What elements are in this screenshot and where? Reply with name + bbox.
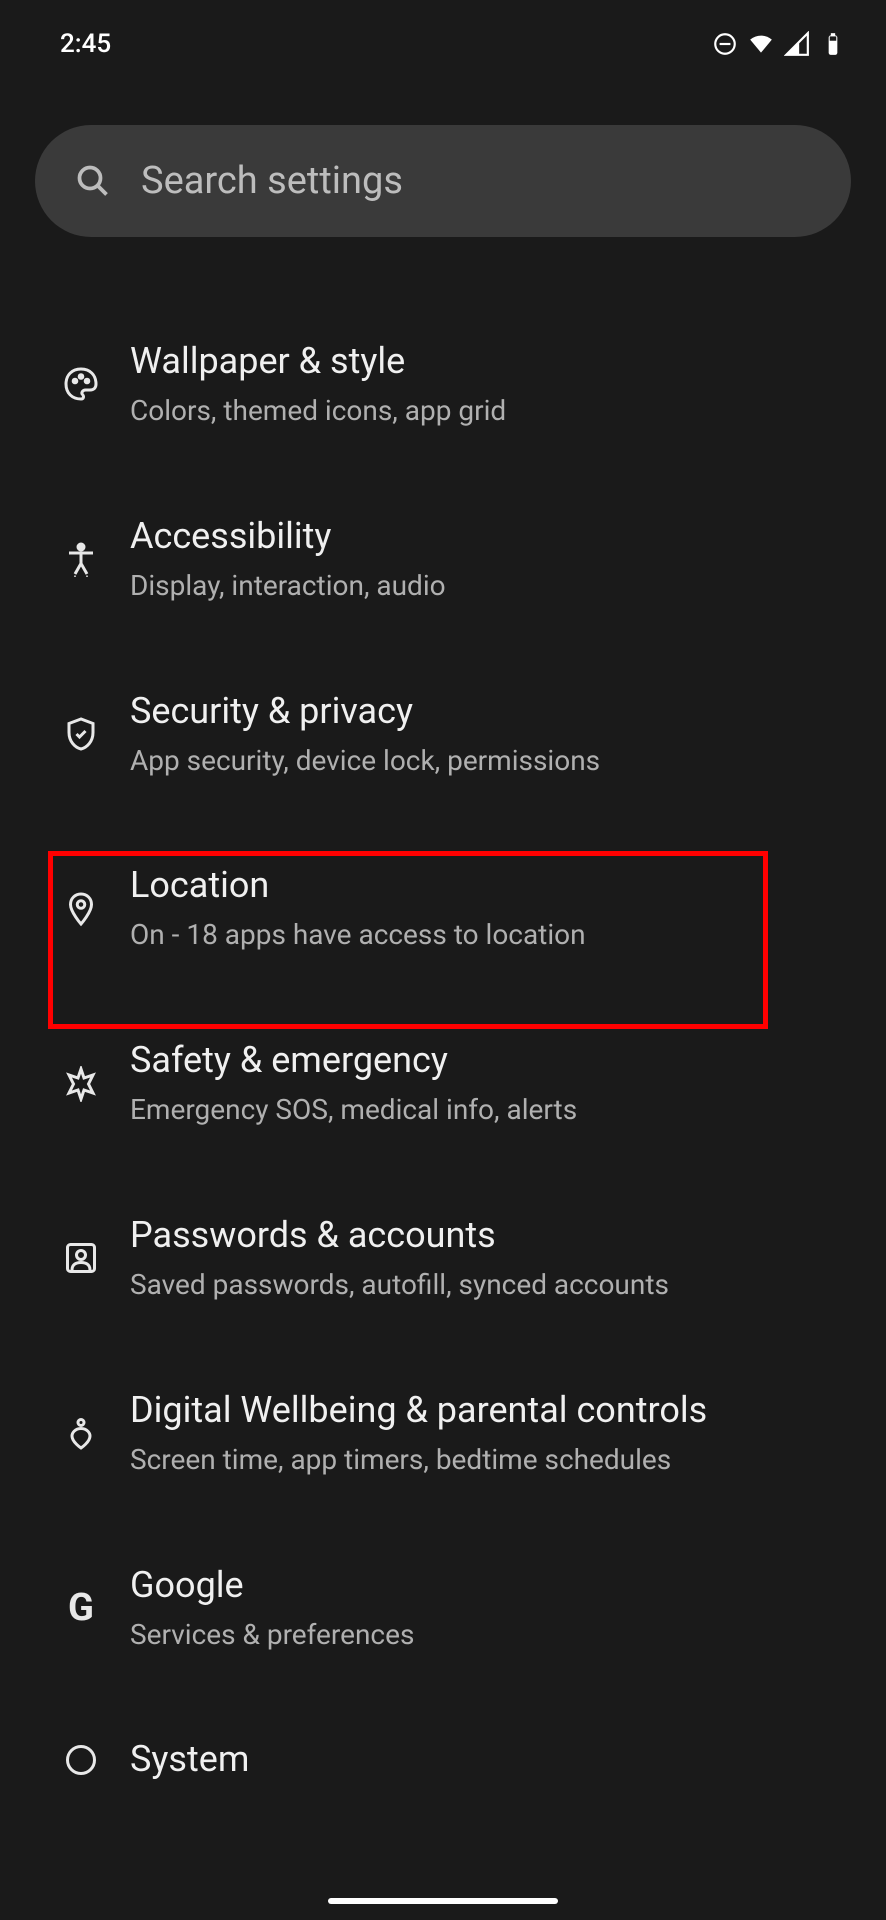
item-title: Security & privacy: [130, 689, 854, 734]
search-icon: [75, 163, 111, 199]
settings-list: Wallpaper & style Colors, themed icons, …: [0, 267, 886, 1782]
account-icon: [32, 1240, 130, 1276]
item-sub: Display, interaction, audio: [130, 567, 854, 605]
settings-item-accessibility[interactable]: Accessibility Display, interaction, audi…: [0, 472, 886, 647]
settings-item-safety[interactable]: Safety & emergency Emergency SOS, medica…: [0, 996, 886, 1171]
status-icons: [712, 31, 846, 57]
battery-icon: [820, 31, 846, 57]
settings-item-system[interactable]: System: [0, 1695, 886, 1782]
settings-item-passwords[interactable]: Passwords & accounts Saved passwords, au…: [0, 1171, 886, 1346]
status-bar: 2:45: [0, 0, 886, 70]
status-time: 2:45: [60, 29, 111, 59]
palette-icon: [32, 366, 130, 402]
search-placeholder: Search settings: [141, 159, 403, 203]
item-sub: Saved passwords, autofill, synced accoun…: [130, 1266, 854, 1304]
item-sub: On - 18 apps have access to location: [130, 916, 854, 954]
settings-item-google[interactable]: G Google Services & preferences: [0, 1521, 886, 1696]
item-title: Google: [130, 1563, 854, 1608]
item-sub: Emergency SOS, medical info, alerts: [130, 1091, 854, 1129]
wifi-icon: [748, 31, 774, 57]
item-sub: Colors, themed icons, app grid: [130, 392, 854, 430]
item-title: Safety & emergency: [130, 1038, 854, 1083]
google-icon: G: [32, 1586, 130, 1630]
item-sub: App security, device lock, permissions: [130, 742, 854, 780]
item-sub: Services & preferences: [130, 1616, 854, 1654]
dnd-icon: [712, 31, 738, 57]
settings-item-wallpaper[interactable]: Wallpaper & style Colors, themed icons, …: [0, 297, 886, 472]
item-title: Wallpaper & style: [130, 339, 854, 384]
wellbeing-icon: [32, 1415, 130, 1451]
settings-item-security[interactable]: Security & privacy App security, device …: [0, 647, 886, 822]
item-sub: Screen time, app timers, bedtime schedul…: [130, 1441, 854, 1479]
signal-icon: [784, 31, 810, 57]
item-title: Location: [130, 863, 854, 908]
nav-handle[interactable]: [328, 1898, 558, 1904]
shield-icon: [32, 716, 130, 752]
accessibility-icon: [32, 541, 130, 577]
system-icon: [32, 1742, 130, 1778]
location-icon: [32, 891, 130, 927]
item-title: Accessibility: [130, 514, 854, 559]
settings-item-wellbeing[interactable]: Digital Wellbeing & parental controls Sc…: [0, 1346, 886, 1521]
settings-item-location[interactable]: Location On - 18 apps have access to loc…: [0, 821, 886, 996]
medical-icon: [32, 1066, 130, 1102]
item-title: Passwords & accounts: [130, 1213, 854, 1258]
item-title: System: [130, 1737, 854, 1782]
item-title: Digital Wellbeing & parental controls: [130, 1388, 854, 1433]
search-settings[interactable]: Search settings: [35, 125, 851, 237]
